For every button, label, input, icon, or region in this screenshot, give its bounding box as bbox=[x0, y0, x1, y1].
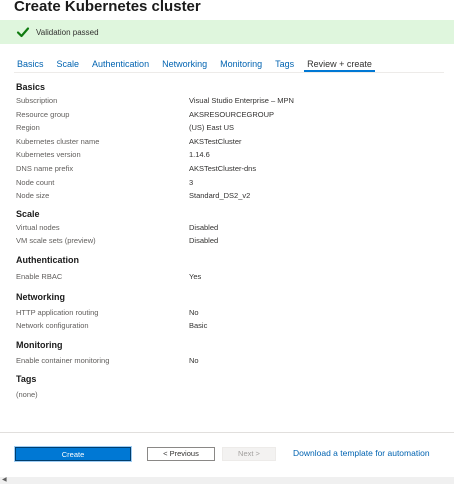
tab-authentication[interactable]: Authentication bbox=[89, 59, 152, 72]
summary-row: Region (US) East US bbox=[16, 121, 446, 135]
section-tags: Tags (none) bbox=[16, 372, 446, 402]
review-summary: Basics Subscription Visual Studio Enterp… bbox=[16, 80, 446, 402]
row-value: 1.14.6 bbox=[189, 150, 210, 160]
row-label: Kubernetes cluster name bbox=[16, 136, 100, 146]
horizontal-scrollbar[interactable]: ◀ bbox=[0, 477, 454, 484]
row-label: Enable RBAC bbox=[16, 271, 63, 281]
row-value: No bbox=[189, 355, 199, 365]
row-label: Enable container monitoring bbox=[16, 355, 110, 365]
page-header: Create Kubernetes cluster bbox=[0, 0, 454, 20]
row-value: Visual Studio Enterprise – MPN bbox=[189, 96, 294, 105]
validation-message: Validation passed bbox=[36, 27, 99, 37]
download-template-link[interactable]: Download a template for automation bbox=[293, 448, 430, 458]
summary-row: Virtual nodes Disabled bbox=[16, 221, 446, 235]
scroll-left-icon[interactable]: ◀ bbox=[2, 477, 7, 484]
row-label: HTTP application routing bbox=[16, 307, 99, 317]
summary-row: Node size Standard_DS2_v2 bbox=[16, 189, 446, 203]
row-value: Yes bbox=[189, 271, 202, 281]
row-label: Resource group bbox=[16, 109, 70, 119]
section-scale: Scale Virtual nodes Disabled VM scale se… bbox=[16, 207, 446, 248]
tabs-divider bbox=[14, 72, 444, 73]
section-authentication: Authentication Enable RBAC Yes bbox=[16, 253, 446, 284]
row-label: Node size bbox=[16, 191, 50, 201]
summary-row: DNS name prefix AKSTestCluster-dns bbox=[16, 162, 446, 176]
section-monitoring: Monitoring Enable container monitoring N… bbox=[16, 338, 446, 368]
row-value: AKSTestCluster bbox=[189, 136, 242, 146]
row-label: Kubernetes version bbox=[16, 150, 81, 160]
row-value: Disabled bbox=[189, 236, 219, 246]
row-value: 3 bbox=[189, 177, 194, 187]
summary-row: Enable RBAC Yes bbox=[16, 270, 446, 284]
footer-divider bbox=[0, 432, 454, 433]
summary-row: Enable container monitoring No bbox=[16, 354, 446, 368]
row-value: Basic bbox=[189, 321, 208, 331]
row-label: Subscription bbox=[16, 96, 58, 105]
next-button: Next > bbox=[222, 447, 276, 461]
row-value: No bbox=[189, 307, 199, 317]
summary-row: Node count 3 bbox=[16, 176, 446, 190]
section-title: Networking bbox=[16, 291, 66, 302]
section-title: Scale bbox=[16, 208, 40, 219]
row-value: (US) East US bbox=[189, 123, 235, 133]
tab-monitoring[interactable]: Monitoring bbox=[217, 59, 265, 72]
previous-button[interactable]: < Previous bbox=[147, 447, 215, 461]
row-label: Network configuration bbox=[16, 321, 89, 331]
section-title: Monitoring bbox=[16, 339, 63, 350]
row-value: AKSRESOURCEGROUP bbox=[189, 109, 275, 119]
section-basics: Basics Subscription Visual Studio Enterp… bbox=[16, 80, 446, 203]
section-title: Basics bbox=[16, 82, 46, 92]
checkmark-icon bbox=[16, 25, 30, 39]
summary-row: Network configuration Basic bbox=[16, 319, 446, 333]
row-label: VM scale sets (preview) bbox=[16, 236, 96, 246]
summary-row: Kubernetes version 1.14.6 bbox=[16, 148, 446, 162]
section-title: Tags bbox=[16, 374, 37, 385]
summary-row: (none) bbox=[16, 388, 446, 402]
tab-basics[interactable]: Basics bbox=[14, 59, 47, 72]
section-title: Authentication bbox=[16, 254, 79, 265]
row-label: Node count bbox=[16, 177, 55, 187]
row-value: Standard_DS2_v2 bbox=[189, 191, 251, 201]
summary-row: VM scale sets (preview) Disabled bbox=[16, 234, 446, 248]
tab-scale[interactable]: Scale bbox=[54, 59, 83, 72]
tab-tags[interactable]: Tags bbox=[272, 59, 297, 72]
tab-bar: Basics Scale Authentication Networking M… bbox=[14, 56, 382, 72]
summary-row: Resource group AKSRESOURCEGROUP bbox=[16, 108, 446, 122]
summary-row: Subscription Visual Studio Enterprise – … bbox=[16, 94, 446, 108]
tab-networking[interactable]: Networking bbox=[159, 59, 210, 72]
row-value: AKSTestCluster-dns bbox=[189, 163, 257, 173]
create-button[interactable]: Create bbox=[14, 446, 132, 462]
create-cluster-page: Create Kubernetes cluster Validation pas… bbox=[0, 0, 454, 484]
row-label: DNS name prefix bbox=[16, 163, 74, 173]
page-title: Create Kubernetes cluster bbox=[14, 0, 201, 15]
summary-row: HTTP application routing No bbox=[16, 306, 446, 320]
row-label: Region bbox=[16, 123, 40, 133]
validation-banner: Validation passed bbox=[0, 20, 454, 44]
row-value: Disabled bbox=[189, 222, 219, 232]
row-label: (none) bbox=[16, 390, 38, 400]
row-label: Virtual nodes bbox=[16, 222, 60, 232]
tab-review-create[interactable]: Review + create bbox=[304, 59, 375, 72]
section-networking: Networking HTTP application routing No N… bbox=[16, 290, 446, 333]
summary-row: Kubernetes cluster name AKSTestCluster bbox=[16, 135, 446, 149]
